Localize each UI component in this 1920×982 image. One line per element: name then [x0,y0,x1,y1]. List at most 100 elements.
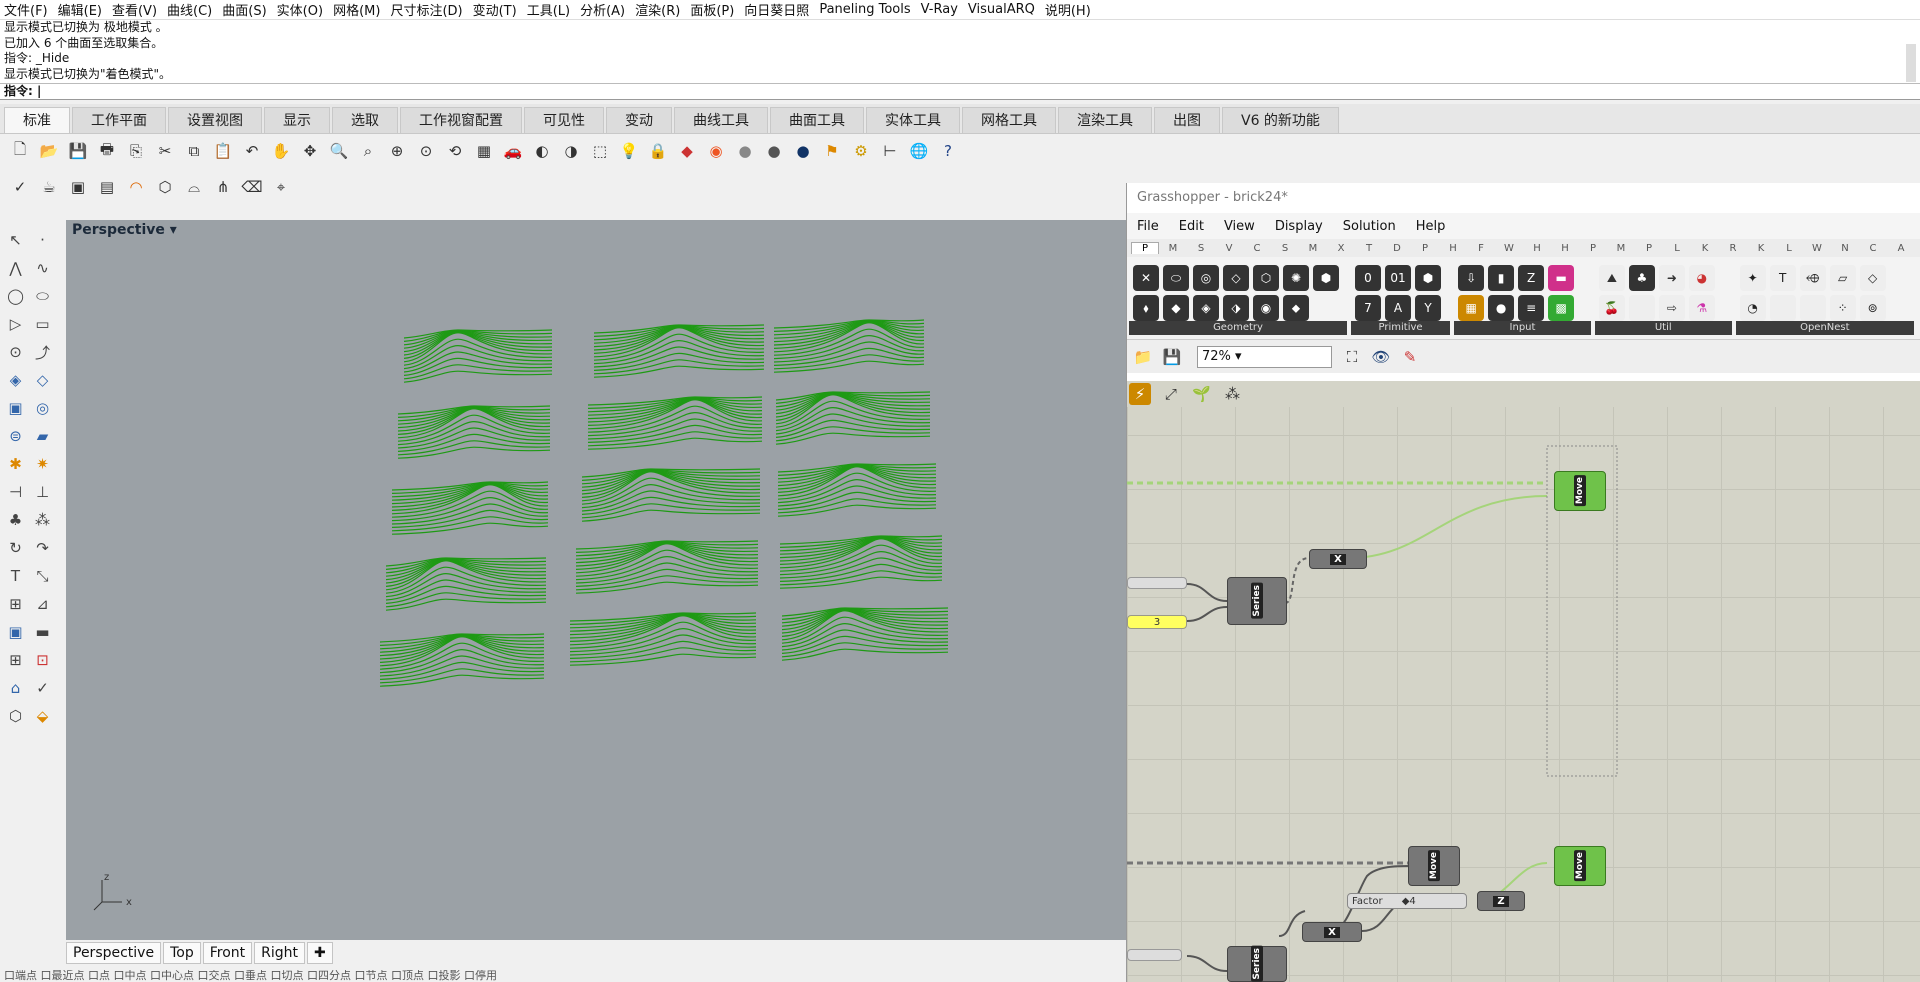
mesh-icon[interactable]: ▰ [29,422,56,450]
gh-category-tab[interactable]: W [1803,243,1831,254]
opennest-component-icon[interactable]: ✦ [1739,265,1766,291]
tab-1[interactable]: 工作平面 [72,107,166,133]
input-component-icon[interactable]: ▩ [1548,295,1575,321]
render-icon[interactable]: ● [791,139,815,163]
trim-icon[interactable]: ⊣ [2,478,29,506]
menu-item[interactable]: 曲面(S) [222,0,266,19]
menu-item[interactable]: 查看(V) [112,0,157,19]
viewport-tab-top[interactable]: Top [163,942,201,964]
zoom-extents-icon[interactable]: ⛶ [1340,345,1364,369]
menu-item[interactable]: 曲线(C) [167,0,212,19]
select-icon[interactable]: ⬚ [588,139,612,163]
tab-5[interactable]: 工作视窗配置 [400,107,522,133]
save-file-icon[interactable]: 💾 [1160,345,1184,369]
menu-item[interactable]: Paneling Tools [819,2,910,17]
gh-category-tab[interactable]: X [1327,243,1355,254]
polygon-icon[interactable]: ▷ [2,310,29,338]
util-component-icon[interactable]: ⇨ [1658,295,1685,321]
geometry-component-icon[interactable]: ✕ [1133,265,1159,291]
rotate-view-icon[interactable]: ⟲ [443,139,467,163]
tab-10[interactable]: 实体工具 [866,107,960,133]
tab-13[interactable]: 出图 [1154,107,1220,133]
gh-menu-item[interactable]: Solution [1343,219,1396,234]
util-component-icon[interactable] [1628,295,1655,321]
plant-icon[interactable]: 🌱 [1191,383,1213,405]
gh-category-tab[interactable]: P [1635,243,1663,254]
series-component-2[interactable]: Series [1227,946,1287,982]
number-input-2[interactable] [1127,949,1182,961]
gh-category-tab[interactable]: F [1467,243,1495,254]
gh-category-tab[interactable]: S [1271,243,1299,254]
number-panel[interactable]: 3 [1127,615,1187,629]
gh-menu-item[interactable]: Display [1275,219,1323,234]
hide-icon[interactable]: ◐ [530,139,554,163]
move-component-3[interactable]: Move [1554,846,1606,886]
gh-menu-item[interactable]: File [1137,219,1159,234]
tab-8[interactable]: 曲线工具 [674,107,768,133]
group-icon[interactable]: ♣ [2,506,29,534]
color-icon[interactable]: ◉ [704,139,728,163]
opennest-component-icon[interactable] [1769,295,1796,321]
open-file-icon[interactable]: 📁 [1131,345,1155,369]
preview-eye-icon[interactable]: 👁 [1369,345,1393,369]
select-arrow-icon[interactable]: ↖ [2,226,29,254]
input-component-icon[interactable]: ⇩ [1458,265,1485,291]
frame-icon[interactable]: ▤ [95,175,119,199]
undo-icon[interactable]: ↶ [240,139,264,163]
gh-category-tab[interactable]: P [1411,243,1439,254]
dimension-icon[interactable]: ⊢ [878,139,902,163]
util-component-icon[interactable]: ♣ [1628,265,1655,291]
primitive-component-icon[interactable]: 7 [1355,295,1381,321]
menu-item[interactable]: 向日葵日照 [744,0,809,19]
paint-icon[interactable]: ⬙ [29,702,56,730]
gh-category-tab[interactable]: K [1747,243,1775,254]
car-icon[interactable]: 🚗 [501,139,525,163]
box-solid-icon[interactable]: ▣ [2,394,29,422]
menu-item[interactable]: 尺寸标注(D) [390,0,462,19]
curve-icon[interactable]: ∿ [29,254,56,282]
gh-menu-item[interactable]: Edit [1179,219,1204,234]
paste-icon[interactable]: 📋 [211,139,235,163]
box-icon[interactable]: ▣ [66,175,90,199]
gh-category-tab[interactable]: C [1859,243,1887,254]
menu-item[interactable]: 面板(P) [690,0,734,19]
number-input[interactable] [1127,577,1187,589]
unit-x-component-2[interactable]: X [1302,922,1362,942]
menu-item[interactable]: 工具(L) [527,0,570,19]
opennest-component-icon[interactable]: ⁘ [1829,295,1856,321]
cube-icon[interactable]: ⬡ [153,175,177,199]
zoom-icon[interactable]: 🔍 [327,139,351,163]
gh-category-tab[interactable]: D [1383,243,1411,254]
viewport-tab-right[interactable]: Right [254,942,306,964]
util-component-icon[interactable]: ⛰ [1598,265,1625,291]
gh-category-tab[interactable]: C [1243,243,1271,254]
input-component-icon[interactable]: ▮ [1488,265,1515,291]
opennest-component-icon[interactable]: ▱ [1829,265,1856,291]
opennest-component-icon[interactable] [1799,295,1826,321]
tab-14[interactable]: V6 的新功能 [1222,107,1339,133]
util-component-icon[interactable]: 🍒 [1598,295,1625,321]
gh-menu-item[interactable]: Help [1416,219,1446,234]
geometry-component-icon[interactable]: ◈ [1193,295,1219,321]
primitive-component-icon[interactable]: Y [1415,295,1441,321]
geometry-component-icon[interactable]: ⬡ [1253,265,1279,291]
gh-menu-item[interactable]: View [1224,219,1255,234]
lock-icon[interactable]: 🔒 [646,139,670,163]
gh-category-tab[interactable]: P [1131,242,1159,254]
polyline-icon[interactable]: ⋀ [2,254,29,282]
pipe-icon[interactable]: ⌂ [2,674,29,702]
menu-item[interactable]: 实体(O) [277,0,323,19]
menu-item[interactable]: 分析(A) [580,0,625,19]
gh-category-tab[interactable]: R [1719,243,1747,254]
geometry-component-icon[interactable]: ⬭ [1163,265,1189,291]
opennest-component-icon[interactable]: T [1769,265,1796,291]
input-component-icon[interactable]: Z [1518,265,1545,291]
cluster-icon[interactable]: ⁂ [1221,383,1243,405]
geometry-component-icon[interactable]: ⬧ [1133,295,1159,321]
series-component[interactable]: Series [1227,577,1287,625]
gh-category-tab[interactable]: H [1551,243,1579,254]
geometry-component-icon[interactable]: ◇ [1223,265,1249,291]
tab-2[interactable]: 设置视图 [168,107,262,133]
bake-icon[interactable]: ⚡ [1129,383,1151,405]
gh-category-tab[interactable]: K [1691,243,1719,254]
